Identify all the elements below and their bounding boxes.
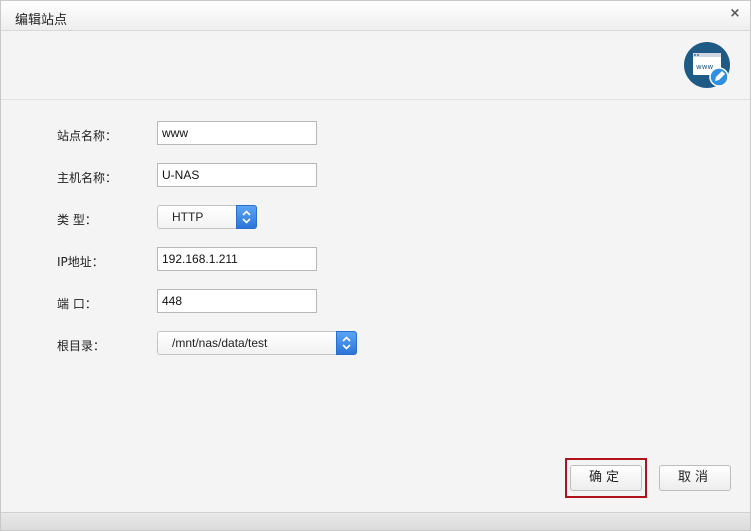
root-dir-label: 根目录： [57, 339, 106, 353]
edit-site-dialog: 编辑站点 × www 站点名称： www 主机名称： U-NAS 类 型： HT… [0, 0, 751, 531]
ok-button[interactable]: 确定 [570, 465, 642, 491]
root-dir-select[interactable]: /mnt/nas/data/test [157, 331, 357, 355]
site-name-input[interactable]: www [157, 121, 317, 145]
type-select-value: HTTP [172, 210, 204, 224]
port-label: 端 口： [57, 297, 97, 311]
root-dir-select-value: /mnt/nas/data/test [172, 336, 268, 350]
root-dir-select-arrow-icon[interactable] [336, 331, 357, 355]
host-name-input[interactable]: U-NAS [157, 163, 317, 187]
svg-text:www: www [696, 63, 713, 71]
site-name-label: 站点名称： [57, 129, 118, 143]
web-edit-icon: www [683, 41, 731, 89]
host-name-label: 主机名称： [57, 171, 118, 185]
port-input[interactable]: 448 [157, 289, 317, 313]
dialog-titlebar[interactable]: 编辑站点 × [1, 1, 750, 31]
type-select-arrow-icon[interactable] [236, 205, 257, 229]
site-form: 站点名称： www 主机名称： U-NAS 类 型： HTTP IP地址： 19… [1, 101, 750, 511]
ip-input[interactable]: 192.168.1.211 [157, 247, 317, 271]
dialog-status-bar [1, 512, 750, 530]
dialog-banner: www [1, 32, 750, 100]
dialog-title: 编辑站点 [15, 13, 68, 28]
ip-label: IP地址： [57, 255, 104, 269]
cancel-button[interactable]: 取消 [659, 465, 731, 491]
type-label: 类 型： [57, 213, 97, 227]
type-select[interactable]: HTTP [157, 205, 257, 229]
close-icon[interactable]: × [728, 7, 742, 21]
